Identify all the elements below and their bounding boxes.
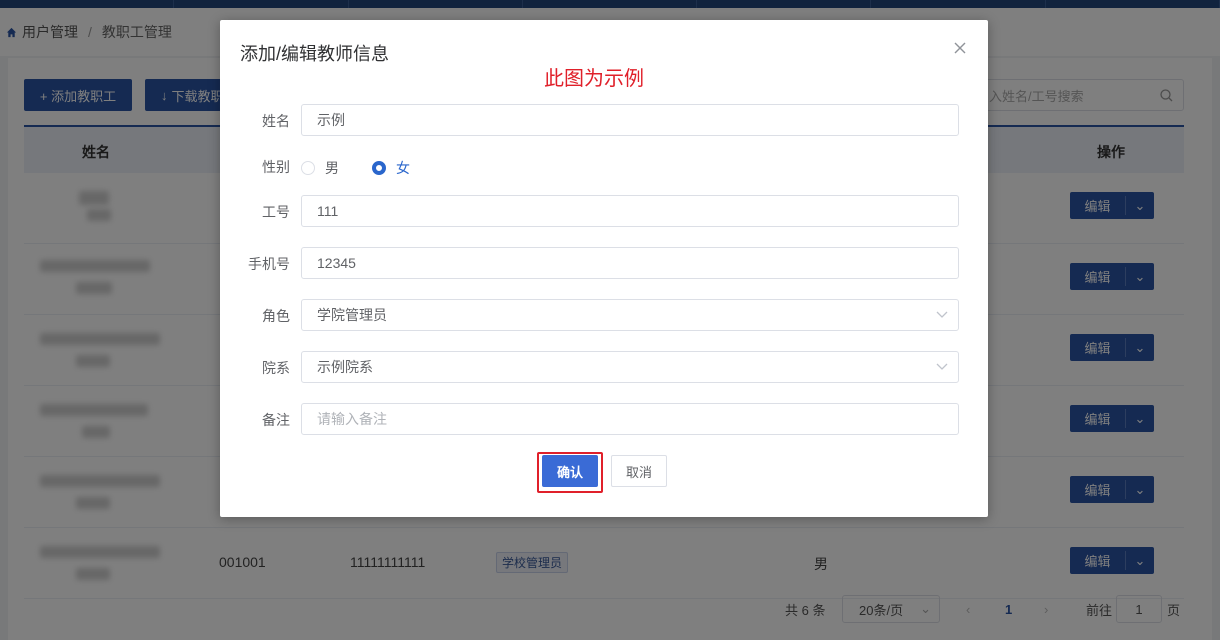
- form-row-name: 姓名 示例: [220, 104, 988, 136]
- confirm-button[interactable]: 确认: [542, 455, 598, 487]
- form-row-department: 院系 示例院系: [220, 351, 988, 383]
- name-label: 姓名: [262, 113, 290, 129]
- gender-radio-male[interactable]: 男: [301, 158, 339, 178]
- department-value: 示例院系: [317, 359, 373, 375]
- radio-label: 男: [325, 160, 339, 176]
- role-value: 学院管理员: [317, 307, 387, 323]
- chevron-down-icon: [936, 311, 948, 318]
- cancel-button[interactable]: 取消: [611, 455, 667, 487]
- name-input[interactable]: 示例: [301, 104, 959, 136]
- role-label: 角色: [262, 308, 290, 324]
- radio-label: 女: [396, 160, 410, 176]
- radio-circle-checked: [372, 161, 386, 175]
- staff-id-label: 工号: [262, 204, 290, 220]
- department-select[interactable]: 示例院系: [301, 351, 959, 383]
- phone-input[interactable]: 12345: [301, 247, 959, 279]
- teacher-info-dialog: 添加/编辑教师信息 此图为示例 姓名 示例 性别 男 女 工号 111 手机号 …: [220, 20, 988, 517]
- chevron-down-icon: [936, 363, 948, 370]
- form-row-gender: 性别 男 女: [220, 150, 988, 182]
- staff-id-input[interactable]: 111: [301, 195, 959, 227]
- gender-label: 性别: [262, 159, 290, 175]
- form-row-phone: 手机号 12345: [220, 247, 988, 279]
- close-icon[interactable]: [952, 40, 968, 56]
- gender-radio-female[interactable]: 女: [372, 158, 410, 178]
- radio-circle: [301, 161, 315, 175]
- role-select[interactable]: 学院管理员: [301, 299, 959, 331]
- note-label: 备注: [262, 412, 290, 428]
- example-watermark: 此图为示例: [544, 68, 644, 90]
- form-row-role: 角色 学院管理员: [220, 299, 988, 331]
- dialog-title: 添加/编辑教师信息: [240, 44, 390, 64]
- note-input[interactable]: 请输入备注: [301, 403, 959, 435]
- form-row-note: 备注 请输入备注: [220, 403, 988, 435]
- form-row-staff-id: 工号 111: [220, 195, 988, 227]
- department-label: 院系: [262, 360, 290, 376]
- phone-label: 手机号: [248, 256, 290, 272]
